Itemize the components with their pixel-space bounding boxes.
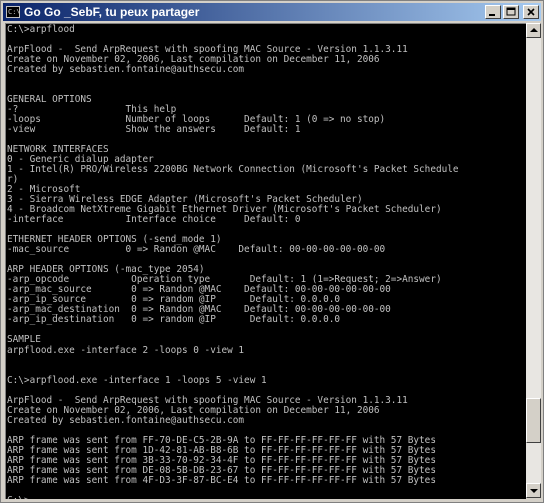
console-line: -view Show the answers Default: 1 [7,124,301,136]
console-line: -arp_ip_destination 0 => random @IP Defa… [7,314,341,326]
console-line: C:\>_ [7,495,35,499]
scrollbar-thumb[interactable] [526,398,541,443]
scroll-down-button[interactable] [526,483,541,498]
console-text: C:\>arpflood ArpFlood - Send ArpRequest … [6,24,526,499]
console-line: -mac_source 0 => Randon @MAC Default: 00… [7,244,386,256]
console-line: C:\>arpflood.exe -interface 1 -loops 5 -… [7,374,267,386]
maximize-button[interactable] [503,5,519,19]
window-controls [485,5,539,19]
minimize-icon [486,6,500,18]
title-bar[interactable]: C:\ Go Go _SebF, tu peux partager [3,3,541,21]
console-output-area[interactable]: C:\>arpflood ArpFlood - Send ArpRequest … [5,23,526,499]
maximize-icon [504,6,518,18]
console-line: C:\>arpflood [7,24,75,35]
console-line: arpflood.exe -interface 2 -loops 0 -view… [7,344,245,356]
console-line: ARP frame was sent from 4F-D3-3F-87-BC-E… [7,474,436,486]
arrow-down-icon [530,489,538,493]
console-line: Created by sebastien.fontaine@authsecu.c… [7,414,245,426]
console-line: -interface Interface choice Default: 0 [7,214,301,226]
arrow-up-icon [530,28,538,32]
close-button[interactable] [523,5,539,19]
close-icon [524,6,538,18]
console-line: Created by sebastien.fontaine@authsecu.c… [7,64,245,76]
vertical-scrollbar[interactable] [526,23,541,498]
minimize-button[interactable] [485,5,501,19]
command-prompt-icon[interactable]: C:\ [6,6,21,18]
window-title: Go Go _SebF, tu peux partager [24,5,200,19]
scroll-up-button[interactable] [526,23,541,38]
console-line: 1 - Intel(R) PRO/Wireless 2200BG Network… [7,164,459,176]
console-window: C:\ Go Go _SebF, tu peux partager C:\>ar… [0,0,544,503]
